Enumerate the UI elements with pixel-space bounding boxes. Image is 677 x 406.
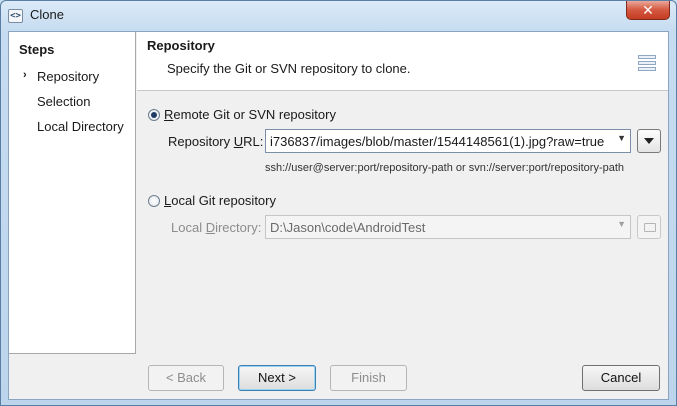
chevron-down-icon[interactable]: ▼ bbox=[617, 219, 626, 229]
repository-url-combobox[interactable]: i736837/images/blob/master/1544148561(1)… bbox=[265, 129, 631, 153]
local-directory-input[interactable]: D:\Jason\code\AndroidTest bbox=[270, 220, 610, 235]
step-repository: Repository bbox=[37, 69, 100, 84]
repository-url-hint: ssh://user@server:port/repository-path o… bbox=[265, 162, 625, 174]
repository-url-history-button[interactable] bbox=[637, 129, 661, 153]
local-repository-label[interactable]: Local Git repository bbox=[164, 193, 276, 208]
next-button[interactable]: Next > bbox=[238, 365, 316, 391]
back-button[interactable]: < Back bbox=[148, 365, 224, 391]
dialog-body: Steps › Repository Selection Local Direc… bbox=[8, 31, 669, 400]
steps-title: Steps bbox=[19, 42, 55, 57]
clone-dialog: <> Clone ✕ Steps › Repository Selection … bbox=[0, 0, 677, 406]
steps-panel: Steps › Repository Selection Local Direc… bbox=[9, 32, 136, 354]
finish-button[interactable]: Finish bbox=[330, 365, 407, 391]
repository-stack-icon bbox=[636, 52, 658, 74]
repository-url-input[interactable]: i736837/images/blob/master/1544148561(1)… bbox=[270, 134, 614, 149]
repository-form: Remote Git or SVN repository Repository … bbox=[137, 92, 668, 354]
dropdown-arrow-icon bbox=[644, 138, 654, 144]
current-step-marker-icon: › bbox=[23, 69, 27, 81]
local-directory-combobox[interactable]: D:\Jason\code\AndroidTest ▼ bbox=[265, 215, 631, 239]
repository-url-label: Repository URL: bbox=[168, 134, 264, 149]
browse-directory-button[interactable] bbox=[637, 215, 661, 239]
chevron-down-icon[interactable]: ▼ bbox=[617, 133, 626, 143]
app-icon: <> bbox=[8, 9, 23, 23]
cancel-button[interactable]: Cancel bbox=[582, 365, 660, 391]
page-header: Repository Specify the Git or SVN reposi… bbox=[137, 32, 668, 91]
step-local-directory: Local Directory bbox=[37, 119, 124, 134]
close-window-button[interactable]: ✕ bbox=[626, 1, 670, 20]
step-selection: Selection bbox=[37, 94, 91, 109]
title-bar[interactable]: <> Clone ✕ bbox=[1, 1, 676, 31]
window-title: Clone bbox=[30, 7, 64, 22]
local-directory-label: Local Directory: bbox=[171, 220, 262, 235]
page-title: Repository bbox=[147, 38, 215, 53]
local-repository-radio[interactable] bbox=[148, 195, 160, 207]
folder-icon bbox=[644, 223, 656, 232]
remote-repository-label[interactable]: Remote Git or SVN repository bbox=[164, 107, 336, 122]
page-description: Specify the Git or SVN repository to clo… bbox=[167, 61, 411, 76]
remote-repository-radio[interactable] bbox=[148, 109, 160, 121]
